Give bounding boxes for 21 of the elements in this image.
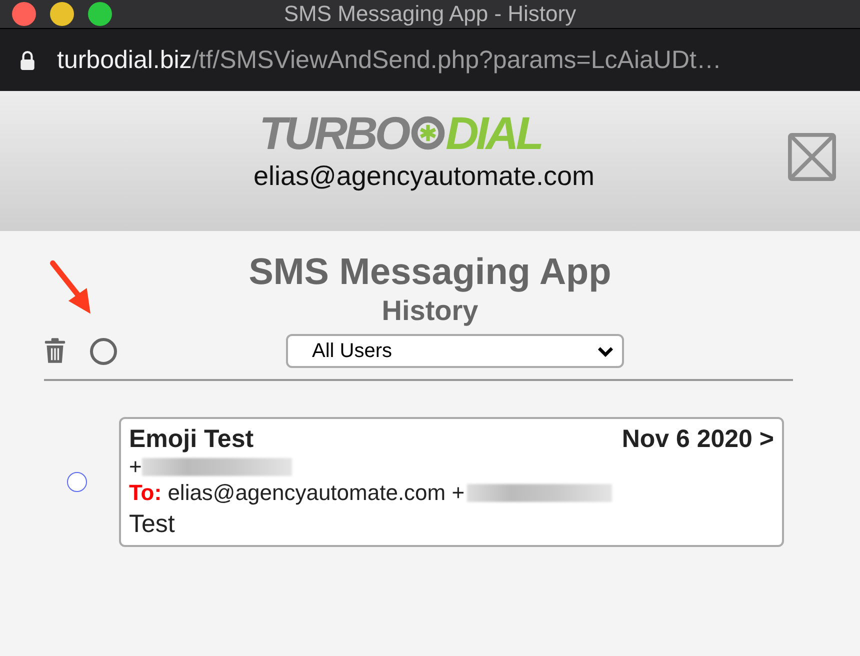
close-window-button[interactable] — [12, 2, 36, 26]
select-all-radio[interactable] — [90, 338, 117, 364]
trash-icon[interactable] — [44, 338, 66, 364]
recipient-line: To: elias@agencyautomate.com + — [129, 480, 465, 506]
page-subtitle: History — [382, 295, 478, 327]
message-radio[interactable] — [67, 472, 87, 492]
message-subject: Emoji Test — [129, 425, 254, 454]
window-title: SMS Messaging App - History — [284, 1, 576, 27]
lock-icon — [20, 50, 35, 70]
page-title: SMS Messaging App — [248, 251, 612, 293]
minimize-window-button[interactable] — [50, 2, 74, 26]
sender-number-prefix: + — [129, 454, 142, 480]
user-filter-dropdown[interactable]: All Users — [286, 334, 624, 368]
chevron-down-icon — [597, 346, 614, 356]
zoom-window-button[interactable] — [88, 2, 112, 26]
close-box-icon[interactable] — [788, 133, 836, 181]
message-card[interactable]: Emoji Test Nov 6 2020 > + To: elias@agencyautomate.com + Test — [119, 417, 784, 547]
message-date: Nov 6 2020 > — [622, 425, 774, 454]
turbodial-logo: TURBO DIAL — [259, 109, 541, 157]
account-email: elias@agencyautomate.com — [253, 161, 595, 192]
message-body: Test — [129, 510, 176, 539]
